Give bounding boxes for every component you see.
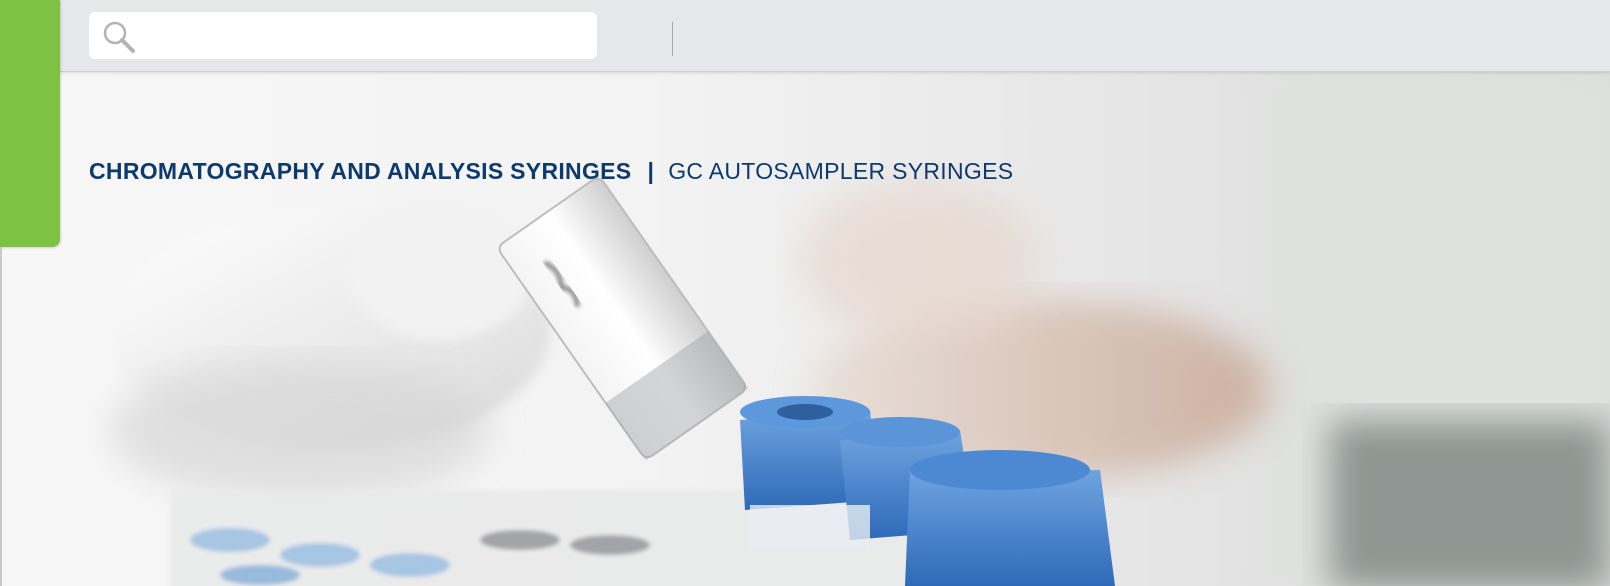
product-page: CHROMATOGRAPHY AND ANALYSIS SYRINGES | GC …: [0, 0, 1610, 586]
category-title: CHROMATOGRAPHY AND ANALYSIS SYRINGES: [89, 158, 632, 184]
side-edge-line: [0, 247, 2, 586]
search-input[interactable]: [141, 12, 585, 61]
side-menu-tab[interactable]: [0, 0, 60, 247]
search-box[interactable]: [89, 12, 597, 61]
title-separator: |: [647, 158, 655, 184]
subcategory-title: GC AUTOSAMPLER SYRINGES: [668, 158, 1014, 184]
toolbar-divider: [672, 22, 673, 56]
top-toolbar: [0, 0, 1610, 72]
hero-illustration: [110, 60, 1610, 586]
search-icon[interactable]: [101, 19, 137, 55]
page-title: CHROMATOGRAPHY AND ANALYSIS SYRINGES | GC …: [89, 156, 1013, 186]
hero-image: [0, 0, 1610, 586]
